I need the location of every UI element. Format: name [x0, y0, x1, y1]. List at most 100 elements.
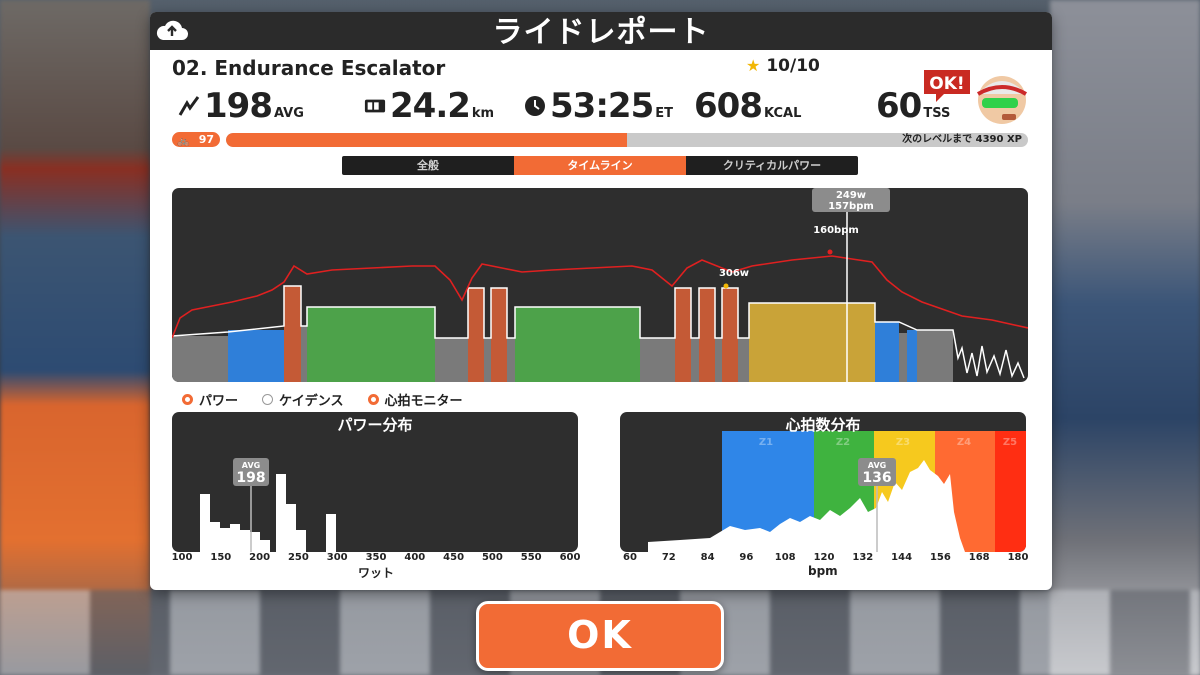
- zone-block: [284, 286, 301, 382]
- zone-label-z5: Z5: [1003, 437, 1017, 448]
- zone-block: [484, 338, 491, 382]
- distance-value: 24.2: [390, 86, 471, 126]
- power-value: 198: [204, 86, 273, 126]
- peak-hr-label: 160bpm: [813, 225, 859, 236]
- rating-value: 10/10: [766, 56, 820, 76]
- hr-dist-title: 心拍数分布: [785, 416, 861, 434]
- power-avg-label: AVG: [242, 461, 260, 470]
- axis-tick-label: 100: [171, 552, 193, 563]
- zone-block: [228, 330, 284, 382]
- tab-timeline[interactable]: タイムライン: [514, 156, 686, 175]
- axis-tick-label: 168: [968, 552, 990, 563]
- zone-block: [699, 288, 715, 382]
- ride-report-dialog: ライドレポート 02. Endurance Escalator ★ 10/10 1…: [150, 12, 1052, 590]
- hr-axis-name: bpm: [808, 564, 838, 578]
- axis-tick-label: 132: [852, 552, 874, 563]
- axis-tick-label: 156: [929, 552, 951, 563]
- zone-label-z2: Z2: [836, 437, 850, 448]
- axis-tick-label: 60: [623, 552, 637, 563]
- power-bar: [286, 504, 296, 552]
- axis-tick-label: 300: [326, 552, 348, 563]
- power-bar: [296, 530, 306, 552]
- toggle-off-icon: [262, 394, 274, 405]
- axis-tick-label: 120: [813, 552, 835, 563]
- axis-tick-label: 600: [559, 552, 581, 563]
- peak-power-marker: [723, 283, 729, 289]
- legend-cadence-label: ケイデンス: [279, 394, 344, 409]
- legend-power[interactable]: パワー: [182, 390, 238, 409]
- timeline-chart[interactable]: 249w 157bpm 160bpm 306w: [172, 188, 1028, 382]
- zone-block: [715, 338, 722, 382]
- zone-label-z4: Z4: [957, 437, 971, 448]
- power-bar: [260, 540, 270, 552]
- axis-tick-label: 200: [249, 552, 271, 563]
- stats-row: 198 AVG 24.2 km 53:25 ET 608 KCAL 60 TSS: [150, 86, 1052, 128]
- xp-progress-fill: [226, 133, 627, 147]
- level-progress: 🚲 97 次のレベルまで 4390 XP: [172, 132, 1028, 148]
- xp-remaining: 次のレベルまで 4390 XP: [902, 133, 1022, 147]
- zone-label-z3: Z3: [896, 437, 910, 448]
- power-bar: [230, 524, 240, 552]
- tss-value: 60: [876, 86, 922, 126]
- legend-cadence[interactable]: ケイデンス: [262, 390, 344, 409]
- zone-block: [749, 303, 875, 382]
- power-unit: AVG: [273, 106, 304, 121]
- distance-unit: km: [471, 106, 495, 121]
- calories-unit: KCAL: [763, 106, 802, 121]
- power-bolt-icon: [178, 96, 200, 116]
- legend-power-label: パワー: [199, 394, 239, 409]
- tooltip-power: 249w: [836, 190, 866, 201]
- power-avg-value: 198: [236, 470, 265, 486]
- chart-legend: パワー ケイデンス 心拍モニター: [182, 390, 463, 409]
- axis-tick-label: 150: [210, 552, 232, 563]
- zone-block: [722, 288, 738, 382]
- star-icon: ★: [746, 56, 761, 75]
- axis-tick-label: 180: [1007, 552, 1029, 563]
- zone-block: [307, 307, 435, 382]
- zone-block: [301, 326, 307, 382]
- xp-text: 次のレベルまで: [902, 134, 973, 145]
- zone-block: [907, 330, 917, 382]
- legend-heart-rate[interactable]: 心拍モニター: [367, 390, 463, 409]
- ok-speech-badge: OK!: [924, 70, 970, 102]
- tab-critical-power[interactable]: クリティカルパワー: [686, 156, 858, 175]
- axis-tick-label: 350: [365, 552, 387, 563]
- calories-value: 608: [694, 86, 763, 126]
- toggle-on-icon: [182, 394, 193, 405]
- zone-label-z1: Z1: [759, 437, 773, 448]
- tooltip-hr: 157bpm: [828, 201, 874, 212]
- tab-general[interactable]: 全般: [342, 156, 514, 175]
- power-bar: [276, 474, 286, 552]
- workout-name: 02. Endurance Escalator: [172, 56, 446, 80]
- hr-avg-label: AVG: [868, 461, 886, 470]
- zone-block: [875, 322, 899, 382]
- zone-block: [515, 307, 640, 382]
- stat-calories: 608 KCAL: [694, 86, 801, 126]
- timeline-svg: 249w 157bpm 160bpm 306w: [172, 188, 1028, 382]
- zone-block: [738, 338, 749, 382]
- axis-tick-label: 550: [520, 552, 542, 563]
- hr-distribution-panel: Z1 Z2 Z3 Z4 Z5 AVG 136 心拍数分布: [620, 412, 1026, 552]
- xp-progress-bar: 次のレベルまで 4390 XP: [226, 133, 1028, 147]
- stat-time: 53:25 ET: [524, 86, 673, 126]
- time-value: 53:25: [550, 86, 654, 126]
- power-histogram: [200, 474, 336, 552]
- odometer-icon: [364, 99, 386, 113]
- zone-block: [507, 338, 515, 382]
- axis-tick-label: 144: [891, 552, 913, 563]
- level-number: 97: [198, 133, 214, 146]
- title-bar: ライドレポート: [150, 12, 1052, 50]
- bike-icon: 🚲: [177, 136, 190, 147]
- axis-tick-label: 96: [739, 552, 754, 563]
- clock-icon: [525, 96, 545, 116]
- level-badge: 🚲 97: [172, 132, 220, 147]
- zone-block: [491, 288, 507, 382]
- power-distribution-panel: パワー分布 AVG 198: [172, 412, 578, 552]
- toggle-on-icon: [367, 394, 379, 405]
- hr-avg-value: 136: [862, 470, 891, 486]
- zone-block: [899, 333, 907, 382]
- report-tabs: 全般 タイムライン クリティカルパワー: [342, 156, 858, 175]
- power-bar: [220, 528, 230, 552]
- zone-block: [640, 338, 675, 382]
- ok-button[interactable]: OK: [476, 601, 724, 671]
